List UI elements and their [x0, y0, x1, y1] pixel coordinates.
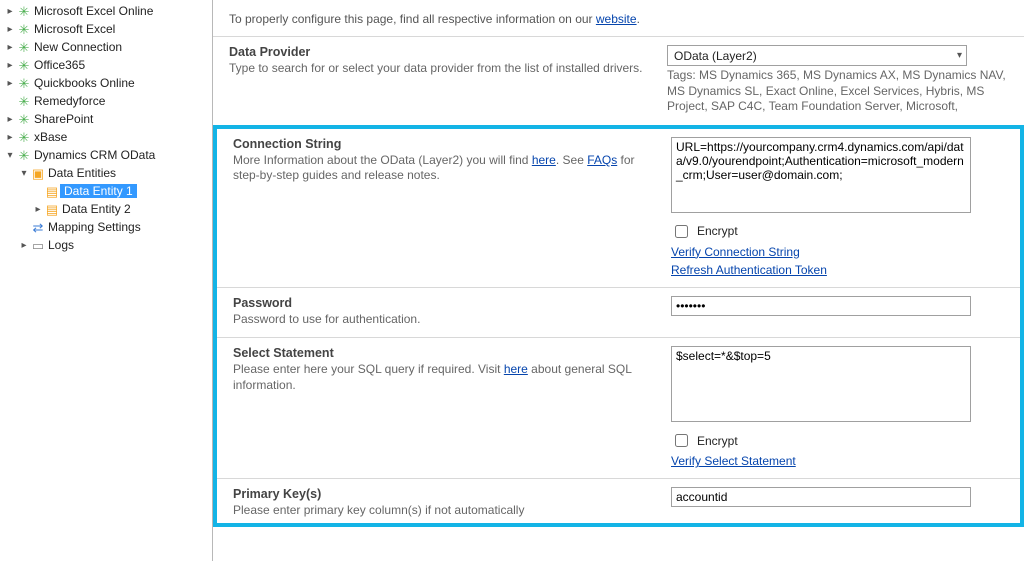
- intro-post: .: [637, 12, 640, 26]
- tree-item-data-entities[interactable]: ▾▣Data Entities: [4, 164, 212, 182]
- section-connection-string: Connection String More Information about…: [217, 129, 1020, 287]
- select-here-link[interactable]: here: [504, 362, 528, 376]
- provider-desc: Type to search for or select your data p…: [229, 61, 649, 77]
- puzzle-icon: ✳: [16, 149, 32, 162]
- chevron-right-icon[interactable]: ▸: [4, 114, 16, 125]
- tree-item-label: New Connection: [32, 40, 122, 54]
- tree-item-xbase[interactable]: ▸✳xBase: [4, 128, 212, 146]
- chevron-right-icon[interactable]: ▸: [32, 204, 44, 215]
- tree-item-mapping-settings[interactable]: ⇄Mapping Settings: [4, 218, 212, 236]
- password-input[interactable]: [671, 296, 971, 316]
- tree-item-label: Data Entities: [46, 166, 116, 180]
- puzzle-icon: ✳: [16, 5, 32, 18]
- tree-item-data-entity-1[interactable]: ▤Data Entity 1: [4, 182, 212, 200]
- intro-pre: To properly configure this page, find al…: [229, 12, 596, 26]
- tree-item-label: Data Entity 2: [60, 202, 131, 216]
- primary-key-input[interactable]: [671, 487, 971, 507]
- pk-desc: Please enter primary key column(s) if no…: [233, 503, 653, 519]
- main-panel: To properly configure this page, find al…: [212, 0, 1024, 561]
- verify-select-link[interactable]: Verify Select Statement: [671, 454, 1004, 468]
- section-data-provider: Data Provider Type to search for or sele…: [213, 36, 1024, 125]
- puzzle-icon: ✳: [16, 23, 32, 36]
- puzzle-icon: ✳: [16, 113, 32, 126]
- tree-item-label: Quickbooks Online: [32, 76, 135, 90]
- tree-item-remedyforce[interactable]: ✳Remedyforce: [4, 92, 212, 110]
- chevron-right-icon[interactable]: ▸: [4, 78, 16, 89]
- chevron-down-icon[interactable]: ▾: [4, 150, 16, 161]
- tree-item-quickbooks-online[interactable]: ▸✳Quickbooks Online: [4, 74, 212, 92]
- select-encrypt-checkbox[interactable]: Encrypt: [671, 431, 1004, 450]
- provider-title: Data Provider: [229, 45, 649, 59]
- select-title: Select Statement: [233, 346, 653, 360]
- intro-text: To properly configure this page, find al…: [213, 0, 1024, 36]
- refresh-token-link[interactable]: Refresh Authentication Token: [671, 263, 1004, 277]
- select-encrypt-box[interactable]: [675, 434, 688, 447]
- tree-item-microsoft-excel-online[interactable]: ▸✳Microsoft Excel Online: [4, 2, 212, 20]
- connection-string-input[interactable]: [671, 137, 971, 213]
- tree-item-data-entity-2[interactable]: ▸▤Data Entity 2: [4, 200, 212, 218]
- conn-desc: More Information about the OData (Layer2…: [233, 153, 653, 184]
- tree-item-label: Mapping Settings: [46, 220, 141, 234]
- tree-item-label: SharePoint: [32, 112, 93, 126]
- tree-item-label: Microsoft Excel: [32, 22, 115, 36]
- tree-item-new-connection[interactable]: ▸✳New Connection: [4, 38, 212, 56]
- tree-item-microsoft-excel[interactable]: ▸✳Microsoft Excel: [4, 20, 212, 38]
- nav-tree: ▸✳Microsoft Excel Online▸✳Microsoft Exce…: [0, 0, 212, 561]
- tree-item-label: xBase: [32, 130, 67, 144]
- cube-icon: ▣: [30, 167, 46, 180]
- select-desc: Please enter here your SQL query if requ…: [233, 362, 653, 393]
- tree-item-label: Logs: [46, 238, 74, 252]
- chevron-right-icon[interactable]: ▸: [4, 60, 16, 71]
- tree-item-label: Office365: [32, 58, 85, 72]
- chevron-right-icon[interactable]: ▸: [4, 42, 16, 53]
- select-statement-input[interactable]: [671, 346, 971, 422]
- tree-item-sharepoint[interactable]: ▸✳SharePoint: [4, 110, 212, 128]
- tree-item-label: Remedyforce: [32, 94, 105, 108]
- tree-item-label: Microsoft Excel Online: [32, 4, 153, 18]
- highlighted-config: Connection String More Information about…: [213, 125, 1024, 527]
- tree-item-dynamics-crm-odata[interactable]: ▾✳Dynamics CRM OData: [4, 146, 212, 164]
- section-select-statement: Select Statement Please enter here your …: [217, 337, 1020, 478]
- page-icon: ▤: [44, 185, 60, 198]
- conn-faqs-link[interactable]: FAQs: [587, 153, 617, 167]
- puzzle-icon: ✳: [16, 77, 32, 90]
- provider-value: OData (Layer2): [674, 49, 757, 63]
- chevron-right-icon[interactable]: ▸: [4, 132, 16, 143]
- conn-encrypt-box[interactable]: [675, 225, 688, 238]
- chevron-down-icon[interactable]: ▾: [18, 168, 30, 179]
- section-primary-key: Primary Key(s) Please enter primary key …: [217, 478, 1020, 523]
- section-password: Password Password to use for authenticat…: [217, 287, 1020, 338]
- provider-combobox[interactable]: OData (Layer2) ▾: [667, 45, 967, 66]
- conn-title: Connection String: [233, 137, 653, 151]
- puzzle-icon: ✳: [16, 59, 32, 72]
- puzzle-icon: ✳: [16, 41, 32, 54]
- pwd-desc: Password to use for authentication.: [233, 312, 653, 328]
- verify-connection-link[interactable]: Verify Connection String: [671, 245, 1004, 259]
- chevron-right-icon[interactable]: ▸: [4, 6, 16, 17]
- chevron-right-icon[interactable]: ▸: [4, 24, 16, 35]
- puzzle-icon: ✳: [16, 131, 32, 144]
- puzzle-icon: ✳: [16, 95, 32, 108]
- tree-item-logs[interactable]: ▸▭Logs: [4, 236, 212, 254]
- pk-title: Primary Key(s): [233, 487, 653, 501]
- logs-icon: ▭: [30, 239, 46, 252]
- chevron-right-icon[interactable]: ▸: [18, 240, 30, 251]
- pwd-title: Password: [233, 296, 653, 310]
- page-icon: ▤: [44, 203, 60, 216]
- chevron-down-icon: ▾: [957, 50, 962, 61]
- tree-item-label: Data Entity 1: [60, 184, 137, 198]
- conn-here-link[interactable]: here: [532, 153, 556, 167]
- tree-item-label: Dynamics CRM OData: [32, 148, 155, 162]
- website-link[interactable]: website: [596, 12, 637, 26]
- tree-item-office365[interactable]: ▸✳Office365: [4, 56, 212, 74]
- map-icon: ⇄: [30, 221, 46, 234]
- conn-encrypt-checkbox[interactable]: Encrypt: [671, 222, 1004, 241]
- provider-tags: Tags: MS Dynamics 365, MS Dynamics AX, M…: [667, 66, 1008, 115]
